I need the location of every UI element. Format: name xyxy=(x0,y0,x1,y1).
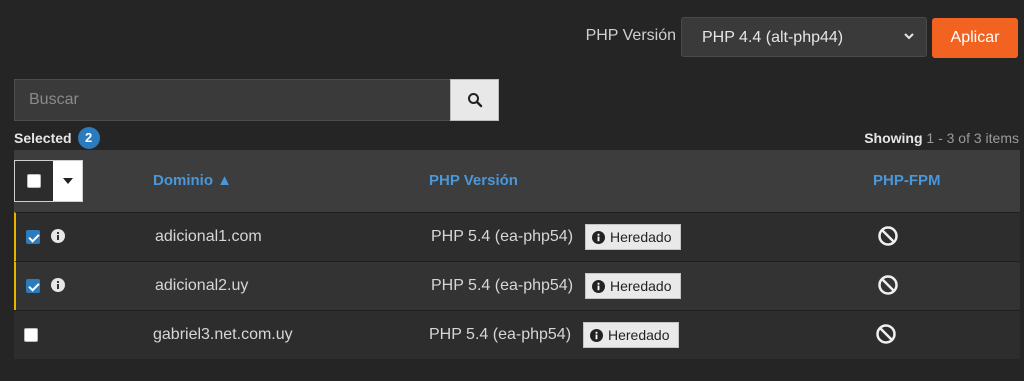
column-header-domain[interactable]: Dominio ▲ xyxy=(153,172,232,189)
table-header: Dominio ▲ PHP Versión PHP-FPM xyxy=(14,150,1020,212)
php-version-value: PHP 5.4 (ea-php54) xyxy=(431,228,574,245)
apply-button[interactable]: Aplicar xyxy=(932,18,1018,58)
search-icon xyxy=(467,93,482,108)
caret-down-icon xyxy=(62,178,73,184)
domain-name: adicional2.uy xyxy=(155,277,249,294)
info-icon xyxy=(590,328,603,342)
info-icon[interactable] xyxy=(51,229,65,243)
pagination-info: Showing 1 - 3 of 3 items xyxy=(864,130,1019,146)
ban-icon xyxy=(878,275,898,295)
showing-range: 1 - 3 of 3 items xyxy=(926,130,1019,146)
inherited-badge: Heredado xyxy=(583,322,679,348)
inherited-label: Heredado xyxy=(608,327,670,343)
php-version-select[interactable]: PHP 4.4 (alt-php44) xyxy=(681,17,927,57)
row-checkbox[interactable] xyxy=(26,279,40,293)
column-header-php-fpm[interactable]: PHP-FPM xyxy=(873,172,941,189)
domains-table: Dominio ▲ PHP Versión PHP-FPM adicional1… xyxy=(14,150,1020,359)
inherited-label: Heredado xyxy=(610,278,672,294)
selected-label: Selected xyxy=(14,130,72,146)
inherited-label: Heredado xyxy=(610,229,672,245)
search-input[interactable] xyxy=(14,79,450,121)
selected-count: Selected 2 xyxy=(14,127,100,149)
table-row: gabriel3.net.com.uy PHP 5.4 (ea-php54) H… xyxy=(14,310,1020,359)
search-button[interactable] xyxy=(450,79,499,121)
php-version-selected: PHP 4.4 (alt-php44) xyxy=(702,29,844,46)
showing-label: Showing xyxy=(864,130,923,146)
bulk-select-dropdown[interactable] xyxy=(53,161,82,201)
select-all-checkbox[interactable] xyxy=(15,161,53,201)
table-row: adicional1.com PHP 5.4 (ea-php54) Hereda… xyxy=(14,212,1020,261)
info-icon[interactable] xyxy=(51,278,65,292)
info-icon xyxy=(592,279,605,293)
php-version-bar: PHP Versión PHP 4.4 (alt-php44) Aplicar xyxy=(0,17,1024,59)
bulk-select-control[interactable] xyxy=(14,160,83,202)
ban-icon xyxy=(878,226,898,246)
domain-name: gabriel3.net.com.uy xyxy=(153,326,293,343)
inherited-badge: Heredado xyxy=(585,224,681,250)
selected-badge: 2 xyxy=(77,127,100,149)
chevron-down-icon xyxy=(904,33,914,40)
inherited-badge: Heredado xyxy=(585,273,681,299)
domain-name: adicional1.com xyxy=(155,228,262,245)
php-version-value: PHP 5.4 (ea-php54) xyxy=(431,277,574,294)
column-header-php-version[interactable]: PHP Versión xyxy=(429,172,518,189)
table-row: adicional2.uy PHP 5.4 (ea-php54) Heredad… xyxy=(14,261,1020,310)
row-checkbox[interactable] xyxy=(24,328,38,342)
info-icon xyxy=(592,230,605,244)
php-version-label: PHP Versión xyxy=(585,27,676,44)
search-bar xyxy=(14,79,499,121)
php-version-value: PHP 5.4 (ea-php54) xyxy=(429,326,572,343)
ban-icon xyxy=(876,324,896,344)
row-checkbox[interactable] xyxy=(26,230,40,244)
